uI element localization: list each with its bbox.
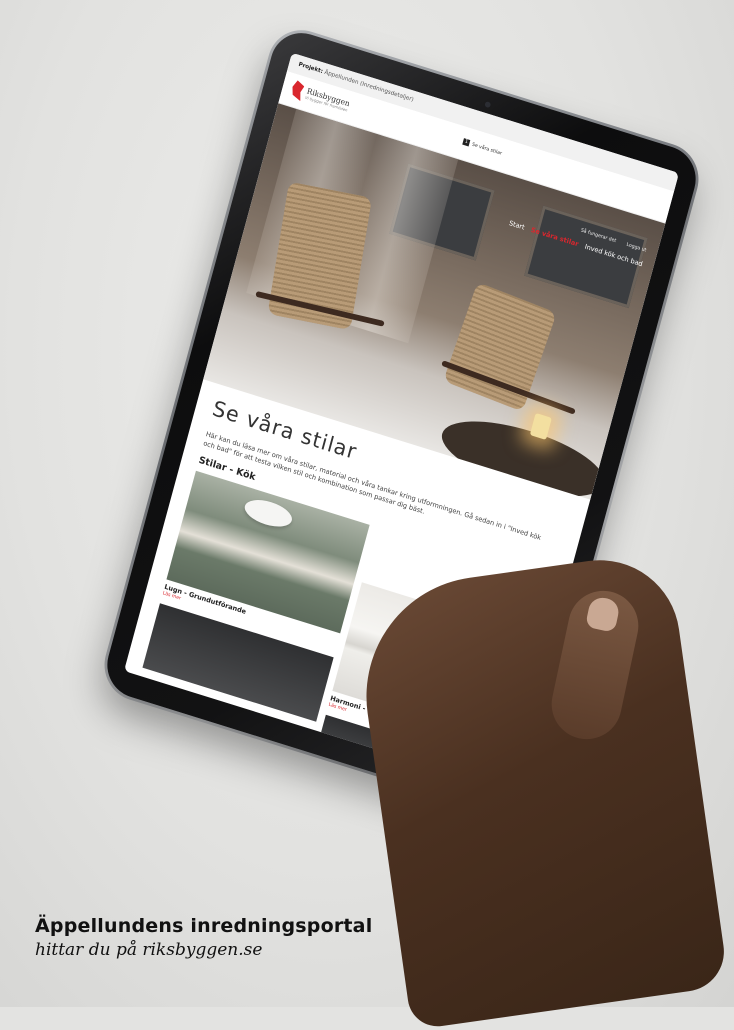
caption-title: Äppellundens inredningsportal	[35, 915, 373, 937]
chip-number: 1	[462, 138, 471, 147]
project-label: Projekt:	[297, 61, 324, 75]
scene: Projekt: Äppellunden (Inredningsdetaljer…	[0, 0, 734, 1030]
chip-label: Se våra stilar	[471, 141, 503, 157]
caption-subtitle: hittar du på riksbyggen.se	[35, 940, 263, 960]
chair	[443, 282, 557, 412]
camera-icon	[484, 101, 492, 109]
kitchen-image	[166, 470, 370, 634]
logo-mark-icon	[290, 79, 306, 101]
candle	[529, 412, 552, 440]
caption: Äppellundens inredningsportal hittar du …	[35, 915, 372, 960]
nav-start[interactable]: Start	[508, 219, 525, 231]
pendant-lamp	[241, 494, 295, 532]
hand	[350, 549, 730, 1030]
current-page-chip[interactable]: 1 Se våra stilar	[462, 138, 503, 157]
